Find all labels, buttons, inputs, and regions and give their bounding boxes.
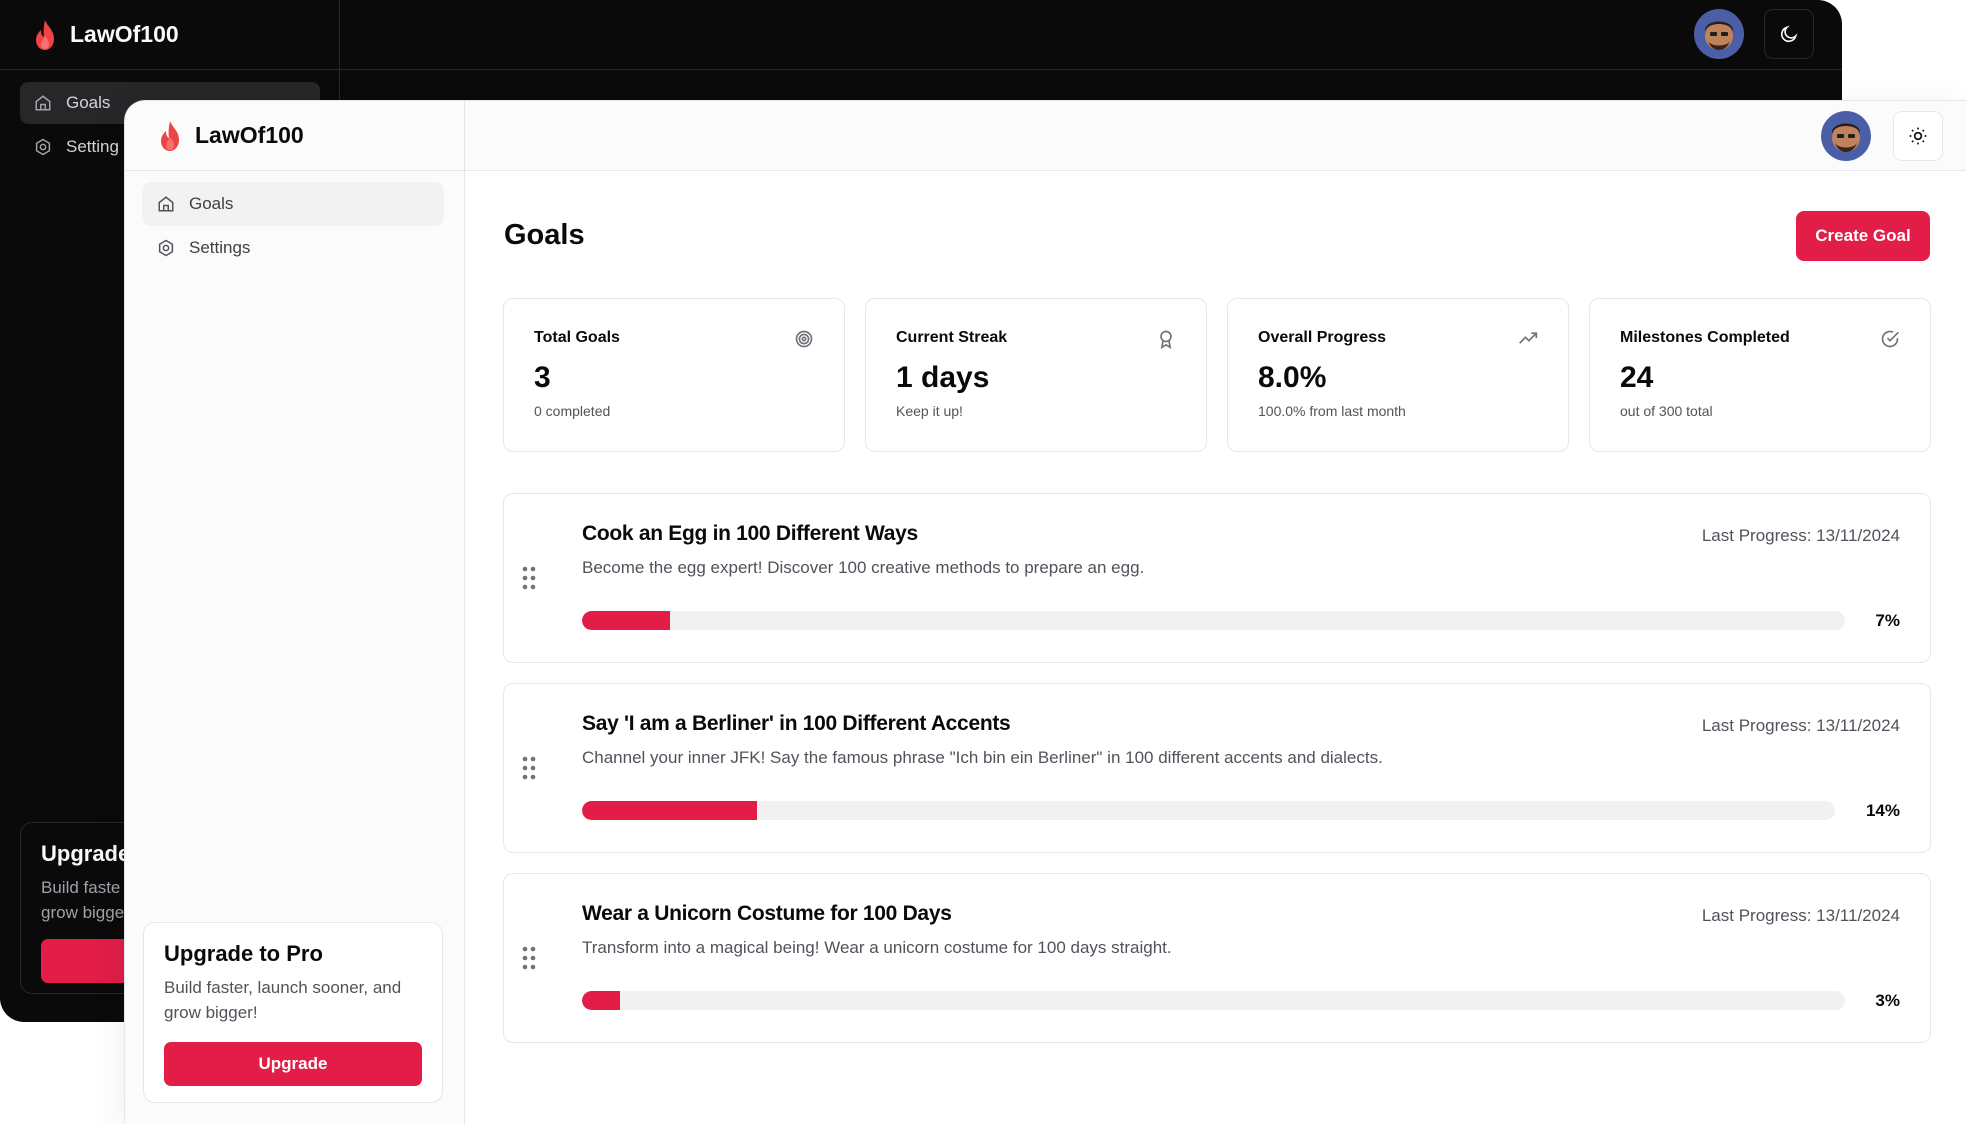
stat-label: Total Goals — [534, 329, 620, 346]
goal-description: Channel your inner JFK! Say the famous p… — [582, 748, 1383, 767]
main-content: Goals Create Goal Total Goals 3 0 comple… — [465, 171, 1966, 1124]
stat-value: 3 — [534, 361, 551, 394]
progress-fill — [582, 611, 671, 630]
sidebar-item-settings[interactable]: Settings — [142, 226, 444, 270]
goal-title: Say 'I am a Berliner' in 100 Different A… — [582, 712, 1011, 735]
goal-title: Wear a Unicorn Costume for 100 Days — [582, 902, 952, 925]
topbar — [465, 101, 1966, 171]
stat-sub: Keep it up! — [896, 403, 963, 419]
drag-handle-icon[interactable] — [522, 756, 536, 780]
upgrade-button[interactable]: Upgrade — [164, 1042, 422, 1086]
goal-last-progress: Last Progress: 13/11/2024 — [1701, 526, 1900, 545]
drag-handle-icon[interactable] — [522, 946, 536, 970]
dark-brand[interactable]: LawOf100 — [0, 0, 340, 70]
stat-value: 24 — [1620, 361, 1654, 394]
brand-name: LawOf100 — [70, 21, 179, 47]
stat-label: Current Streak — [896, 329, 1008, 346]
sidebar-nav: Goals Settings — [142, 182, 444, 270]
target-icon — [795, 330, 813, 348]
home-icon — [35, 95, 51, 111]
progress-bar — [582, 611, 1845, 630]
goal-title: Cook an Egg in 100 Different Ways — [582, 522, 918, 545]
sidebar-item-label: Goals — [189, 194, 234, 213]
trending-up-icon — [1519, 332, 1538, 344]
upgrade-description: Build faster, launch sooner, and grow bi… — [164, 978, 402, 1022]
stat-sub: 100.0% from last month — [1258, 403, 1406, 419]
stat-card-milestones: Milestones Completed 24 out of 300 total — [1589, 298, 1931, 452]
sun-icon — [1909, 127, 1927, 145]
theme-toggle-button[interactable] — [1764, 9, 1814, 59]
sidebar-item-goals[interactable]: Goals — [142, 182, 444, 226]
brand-name: LawOf100 — [195, 122, 304, 148]
progress-percent: 7% — [1875, 611, 1900, 630]
progress-bar — [582, 801, 1835, 820]
goal-card[interactable]: Cook an Egg in 100 Different Ways Become… — [503, 493, 1931, 663]
stat-value: 1 days — [896, 361, 990, 394]
gear-icon — [35, 138, 51, 156]
upgrade-card: Upgrade to Pro Build faster, launch soon… — [143, 922, 443, 1103]
flame-icon — [161, 120, 179, 151]
stat-value: 8.0% — [1258, 361, 1327, 394]
award-icon — [1160, 330, 1172, 349]
goal-card[interactable]: Wear a Unicorn Costume for 100 Days Tran… — [503, 873, 1931, 1043]
goal-last-progress: Last Progress: 13/11/2024 — [1701, 716, 1900, 735]
page-title: Goals — [504, 219, 585, 251]
progress-percent: 3% — [1875, 991, 1900, 1010]
drag-handle-icon[interactable] — [522, 566, 536, 590]
brand[interactable]: LawOf100 — [125, 101, 465, 171]
dark-sidebar-item-label: Goals — [66, 93, 111, 112]
dark-sidebar-item-label: Setting — [66, 137, 119, 156]
progress-fill — [582, 991, 620, 1010]
check-circle-icon — [1881, 330, 1899, 348]
upgrade-title: Upgrade to Pro — [164, 941, 323, 966]
avatar[interactable] — [1821, 111, 1871, 161]
goal-card[interactable]: Say 'I am a Berliner' in 100 Different A… — [503, 683, 1931, 853]
light-app-window: LawOf100 Goals Settings Upgrade to Pro B… — [125, 101, 1966, 1124]
stat-sub: 0 completed — [534, 403, 611, 419]
gear-icon — [158, 239, 174, 257]
stat-card-total-goals: Total Goals 3 0 completed — [503, 298, 845, 452]
stat-sub: out of 300 total — [1620, 403, 1713, 419]
goal-last-progress: Last Progress: 13/11/2024 — [1701, 906, 1900, 925]
avatar[interactable] — [1694, 9, 1744, 59]
dark-topbar — [340, 0, 1842, 70]
progress-percent: 14% — [1865, 801, 1900, 820]
stat-label: Milestones Completed — [1620, 329, 1790, 346]
theme-toggle-button[interactable] — [1893, 111, 1943, 161]
stat-card-overall-progress: Overall Progress 8.0% 100.0% from last m… — [1227, 298, 1569, 452]
create-goal-button[interactable]: Create Goal — [1796, 211, 1930, 261]
progress-fill — [582, 801, 758, 820]
sidebar-item-label: Settings — [189, 238, 251, 257]
stat-card-current-streak: Current Streak 1 days Keep it up! — [865, 298, 1207, 452]
moon-icon — [1780, 25, 1798, 43]
flame-icon — [36, 19, 54, 50]
goal-description: Become the egg expert! Discover 100 crea… — [582, 558, 1145, 577]
stat-label: Overall Progress — [1258, 329, 1387, 346]
home-icon — [158, 196, 174, 212]
stats-row: Total Goals 3 0 completed Current Streak… — [503, 298, 1931, 452]
goals-list: Cook an Egg in 100 Different Ways Become… — [503, 493, 1931, 1063]
goal-description: Transform into a magical being! Wear a u… — [582, 938, 1172, 957]
progress-bar — [582, 991, 1845, 1010]
